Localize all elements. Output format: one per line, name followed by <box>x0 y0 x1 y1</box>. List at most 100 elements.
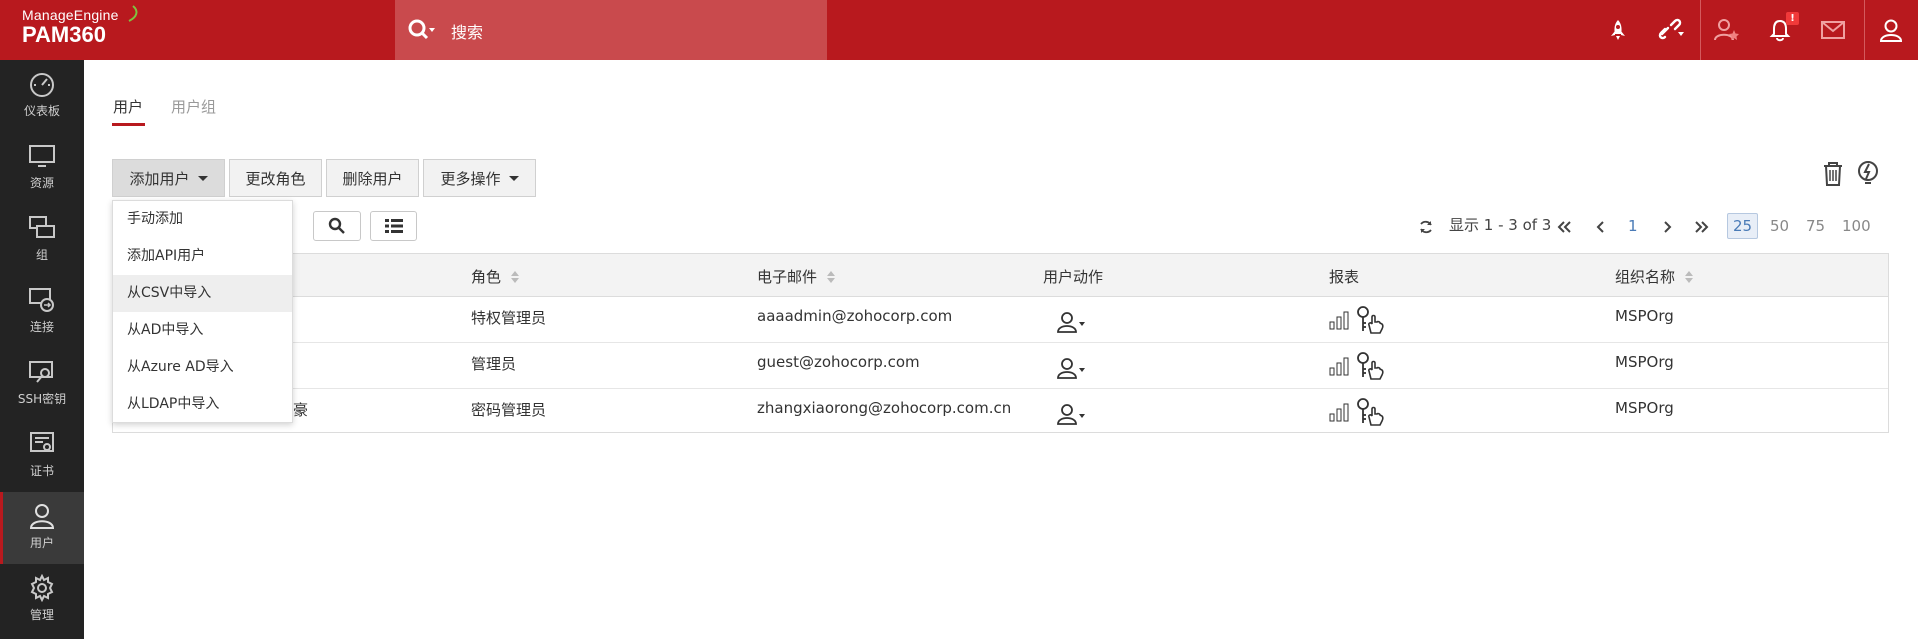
sidebar-item-label: 用户 <box>29 536 54 550</box>
menu-item-import-csv[interactable]: 从CSV中导入 <box>113 275 292 312</box>
sidebar-item-certificates[interactable]: 证书 <box>0 420 84 492</box>
sidebar: 仪表板 资源 组 连接 SSH密钥 证书 用户 管理 <box>0 60 84 639</box>
menu-item-import-azure-ad[interactable]: 从Azure AD导入 <box>113 349 292 386</box>
delete-user-button[interactable]: 删除用户 <box>326 159 419 197</box>
key-hand-icon[interactable] <box>1355 305 1385 335</box>
dashboard-icon <box>30 73 54 97</box>
sidebar-item-label: 证书 <box>29 464 54 478</box>
certificate-icon <box>30 432 54 452</box>
bar-chart-icon[interactable] <box>1329 356 1349 376</box>
column-header-reports: 报表 <box>1329 266 1359 287</box>
change-role-label: 更改角色 <box>245 169 306 188</box>
user-action-icon[interactable] <box>1057 403 1087 425</box>
column-header-email[interactable]: 电子邮件 <box>757 266 836 287</box>
add-user-label: 添加用户 <box>129 169 190 188</box>
user-star-icon[interactable] <box>1712 15 1742 45</box>
tab-user-groups[interactable]: 用户组 <box>171 96 216 117</box>
page-size-75[interactable]: 75 <box>1806 217 1825 235</box>
sidebar-item-label: 组 <box>35 248 48 262</box>
first-page-icon[interactable] <box>1556 219 1572 235</box>
org-header-label: 组织名称 <box>1615 268 1676 286</box>
sidebar-item-ssh-keys[interactable]: SSH密钥 <box>0 348 84 420</box>
sidebar-item-connections[interactable]: 连接 <box>0 276 84 348</box>
bulb-icon[interactable] <box>1853 158 1883 188</box>
divider <box>1700 0 1701 60</box>
top-bar: ManageEngine PAM360 搜索 ! <box>0 0 1918 60</box>
sidebar-item-users[interactable]: 用户 <box>0 492 84 564</box>
connect-icon <box>29 288 54 312</box>
report-icons <box>1329 305 1385 335</box>
prev-page-icon[interactable] <box>1592 219 1608 235</box>
last-page-icon[interactable] <box>1694 219 1710 235</box>
reports-header-label: 报表 <box>1329 268 1360 286</box>
add-user-button[interactable]: 添加用户 <box>112 159 225 197</box>
table-search-button[interactable] <box>313 211 361 241</box>
active-tab-indicator <box>112 123 145 126</box>
chevron-down-icon <box>197 175 208 181</box>
sidebar-item-label: 连接 <box>29 320 54 334</box>
rocket-icon[interactable] <box>1603 15 1633 45</box>
key-hand-icon[interactable] <box>1355 397 1385 427</box>
change-role-button[interactable]: 更改角色 <box>229 159 322 197</box>
sort-icon[interactable] <box>1685 270 1694 284</box>
table-header: 角色 电子邮件 用户动作 报表 组织名称 <box>113 254 1888 297</box>
delete-user-label: 删除用户 <box>342 169 403 188</box>
menu-item-import-ldap[interactable]: 从LDAP中导入 <box>113 386 292 423</box>
search-input[interactable]: 搜索 <box>451 19 483 43</box>
column-header-role[interactable]: 角色 <box>471 266 520 287</box>
user-actions-header-label: 用户动作 <box>1043 268 1104 286</box>
key-hand-icon[interactable] <box>1355 351 1385 381</box>
list-icon <box>384 219 403 233</box>
column-chooser-button[interactable] <box>370 211 417 241</box>
more-actions-label: 更多操作 <box>440 169 501 188</box>
mail-icon[interactable] <box>1818 15 1848 45</box>
chevron-down-icon <box>508 175 519 181</box>
ssh-key-icon <box>29 361 53 383</box>
user-action-icon[interactable] <box>1057 357 1087 379</box>
user-icon[interactable] <box>1876 15 1906 45</box>
menu-item-add-api-user[interactable]: 添加API用户 <box>113 238 292 275</box>
sidebar-item-resources[interactable]: 资源 <box>0 132 84 204</box>
search-icon <box>328 217 345 234</box>
current-page[interactable]: 1 <box>1628 217 1638 235</box>
tab-users[interactable]: 用户 <box>113 96 143 117</box>
page-size-25[interactable]: 25 <box>1727 213 1759 239</box>
email-cell: zhangxiaorong@zohocorp.com.cn <box>757 399 1012 417</box>
page-size-100[interactable]: 100 <box>1842 217 1871 235</box>
bar-chart-icon[interactable] <box>1329 402 1349 422</box>
role-cell: 特权管理员 <box>471 309 547 327</box>
notification-badge: ! <box>1786 12 1799 25</box>
add-user-dropdown-menu: 手动添加 添加API用户 从CSV中导入 从AD中导入 从Azure AD导入 … <box>112 200 293 423</box>
sidebar-item-dashboard[interactable]: 仪表板 <box>0 60 84 132</box>
sidebar-item-admin[interactable]: 管理 <box>0 564 84 636</box>
search-icon[interactable] <box>407 18 435 42</box>
column-header-user-actions: 用户动作 <box>1043 266 1103 287</box>
link-icon[interactable] <box>1656 15 1686 45</box>
column-header-org[interactable]: 组织名称 <box>1615 266 1694 287</box>
group-icon <box>29 216 55 238</box>
refresh-icon[interactable] <box>1418 219 1434 235</box>
bar-chart-icon[interactable] <box>1329 310 1349 330</box>
table-row[interactable]: 豪 密码管理员 zhangxiaorong@zohocorp.com.cn MS… <box>113 389 1888 435</box>
sidebar-item-groups[interactable]: 组 <box>0 204 84 276</box>
sidebar-item-label: 管理 <box>29 608 54 622</box>
page-size-50[interactable]: 50 <box>1770 217 1789 235</box>
email-cell: guest@zohocorp.com <box>757 353 920 371</box>
table-row[interactable]: 特权管理员 aaaadmin@zohocorp.com MSPOrg <box>113 297 1888 343</box>
logo[interactable]: ManageEngine PAM360 <box>22 5 138 47</box>
user-action-icon[interactable] <box>1057 311 1087 333</box>
report-icons <box>1329 397 1385 427</box>
trash-icon[interactable] <box>1818 158 1848 188</box>
menu-item-import-ad[interactable]: 从AD中导入 <box>113 312 292 349</box>
more-actions-button[interactable]: 更多操作 <box>423 159 536 197</box>
table-row[interactable]: 管理员 guest@zohocorp.com MSPOrg <box>113 343 1888 389</box>
role-header-label: 角色 <box>471 268 502 286</box>
role-cell: 管理员 <box>471 355 517 373</box>
next-page-icon[interactable] <box>1660 219 1676 235</box>
role-cell: 密码管理员 <box>471 401 547 419</box>
global-search[interactable]: 搜索 <box>395 0 827 60</box>
sort-icon[interactable] <box>827 270 836 284</box>
menu-item-manual-add[interactable]: 手动添加 <box>113 201 292 238</box>
sort-icon[interactable] <box>511 270 520 284</box>
name-cell[interactable]: 豪 <box>293 399 308 420</box>
